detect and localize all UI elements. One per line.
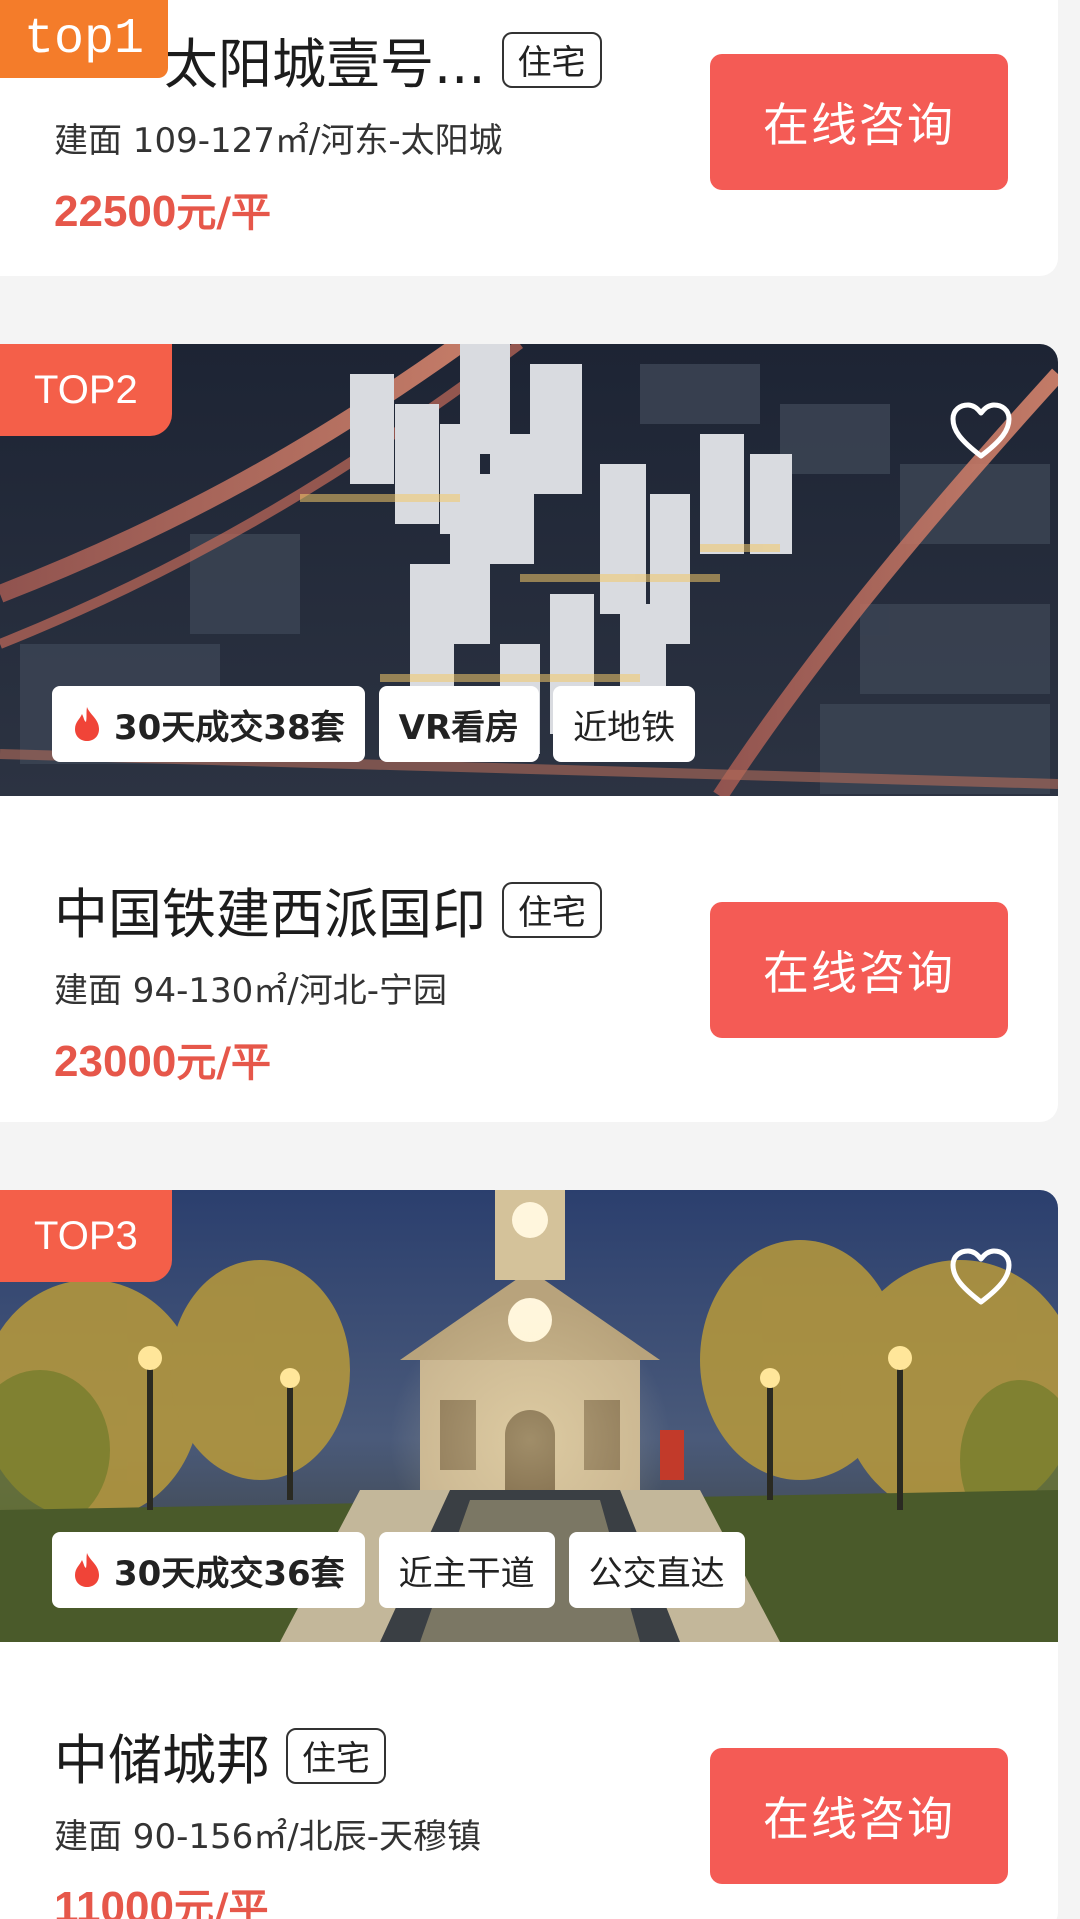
listing-desc: 建面 90-156㎡/北辰-天穆镇 (54, 1817, 481, 1857)
price-unit: 元/平 (176, 1040, 271, 1086)
listing-title[interactable]: 中储城邦 (54, 1716, 270, 1795)
price-value: 11000 (54, 1883, 174, 1919)
property-type-tag: 住宅 (286, 1727, 386, 1784)
price-unit: 元/平 (176, 190, 271, 236)
listing-price: 23000元/平 (54, 1030, 602, 1088)
listing-card-3[interactable]: TOP3 30天成交36套 近主干道 公交直达 中储城邦 住宅 建面 90-15… (0, 1190, 1058, 1919)
rank-badge: TOP3 (0, 1190, 172, 1282)
feature-tags: 30天成交38套 VR看房 近地铁 (52, 686, 696, 762)
listing-price: 11000元/平 (54, 1876, 481, 1919)
listing-card-2[interactable]: TOP2 30天成交38套 VR看房 近地铁 中国铁建西派国印 住宅 建面 94… (0, 344, 1058, 1122)
feature-tag: 近主干道 (378, 1532, 555, 1608)
listing-price: 22500元/平 (54, 180, 602, 238)
listing-desc: 建面 109-127㎡/河东-太阳城 (54, 121, 503, 161)
feature-tag: 近地铁 (553, 686, 696, 762)
sales-tag: 30天成交36套 (52, 1532, 365, 1608)
listing-photo[interactable]: TOP3 30天成交36套 近主干道 公交直达 (0, 1190, 1058, 1642)
listing-info: 中储城邦 住宅 建面 90-156㎡/北辰-天穆镇 11000元/平 (54, 1716, 481, 1919)
price-value: 22500 (54, 187, 177, 236)
listing-desc: 建面 94-130㎡/河北-宁园 (54, 971, 447, 1011)
sales-tag-label: 30天成交38套 (114, 707, 345, 748)
page: top1 太阳城壹号... 住宅 建面 109-127㎡/河东-太阳城 2250… (0, 0, 1080, 1919)
sales-tag-label: 30天成交36套 (114, 1553, 345, 1594)
listing-title[interactable]: 太阳城壹号... (164, 20, 486, 99)
top1-badge: top1 (0, 0, 168, 78)
feature-tag: 公交直达 (568, 1532, 745, 1608)
consult-button[interactable]: 在线咨询 (710, 902, 1008, 1038)
listing-photo[interactable]: TOP2 30天成交38套 VR看房 近地铁 (0, 344, 1058, 796)
flame-icon (75, 1553, 99, 1587)
heart-icon[interactable] (950, 1248, 1012, 1306)
heart-icon[interactable] (950, 402, 1012, 460)
flame-icon (75, 707, 99, 741)
feature-tag: VR看房 (378, 686, 540, 762)
rank-badge: TOP2 (0, 344, 172, 436)
property-type-tag: 住宅 (502, 881, 602, 938)
consult-button[interactable]: 在线咨询 (710, 54, 1008, 190)
price-unit: 元/平 (173, 1886, 269, 1919)
consult-button[interactable]: 在线咨询 (710, 1748, 1008, 1884)
sales-tag: 30天成交38套 (52, 686, 365, 762)
listing-info: 中国铁建西派国印 住宅 建面 94-130㎡/河北-宁园 23000元/平 (54, 870, 602, 1088)
feature-tags: 30天成交36套 近主干道 公交直达 (52, 1532, 745, 1608)
property-type-tag: 住宅 (501, 31, 602, 88)
price-value: 23000 (54, 1037, 177, 1086)
listing-title[interactable]: 中国铁建西派国印 (54, 870, 486, 949)
